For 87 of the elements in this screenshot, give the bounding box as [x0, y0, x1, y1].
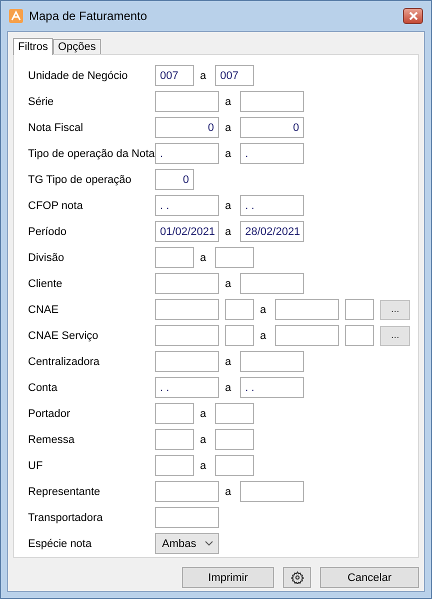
input-field[interactable] [155, 299, 219, 320]
range-separator: a [225, 486, 232, 498]
input-field[interactable] [155, 481, 219, 502]
action-button[interactable]: Cancelar [320, 567, 419, 588]
tab[interactable]: Opções [52, 39, 101, 54]
input-field[interactable] [155, 403, 194, 424]
input-field[interactable] [155, 429, 194, 450]
settings-icon [290, 571, 304, 584]
dropdown[interactable]: Ambas [155, 533, 219, 554]
chevron-down-icon [205, 541, 213, 546]
input-field[interactable] [240, 351, 304, 372]
range-separator: a [225, 356, 232, 368]
field-label: Cliente [28, 278, 64, 290]
field-label: TG Tipo de operação [28, 174, 132, 186]
range-separator: a [225, 382, 232, 394]
input-field[interactable]: 28/02/2021 [240, 221, 304, 242]
field-label: Unidade de Negócio [28, 70, 129, 82]
input-field[interactable]: . . [240, 377, 304, 398]
input-field[interactable]: . . [155, 377, 219, 398]
window-title: Mapa de Faturamento [29, 9, 148, 23]
input-field[interactable]: . [240, 143, 304, 164]
input-field[interactable] [155, 273, 219, 294]
field-label: CNAE [28, 304, 60, 316]
field-label: Nota Fiscal [28, 122, 84, 134]
range-separator: a [260, 330, 266, 342]
action-button[interactable]: Imprimir [182, 567, 274, 588]
input-field[interactable]: 01/02/2021 [155, 221, 219, 242]
range-separator: a [225, 226, 232, 238]
tab[interactable]: Filtros [13, 38, 53, 55]
browse-button[interactable]: ... [380, 300, 410, 320]
field-label: Portador [28, 408, 72, 420]
field-label: Período [28, 226, 68, 238]
input-field[interactable] [215, 247, 254, 268]
field-label: CFOP nota [28, 200, 84, 212]
field-label: Transportadora [28, 512, 104, 524]
input-field[interactable]: 007 [215, 65, 254, 86]
input-field[interactable]: . . [155, 195, 219, 216]
input-field[interactable] [240, 91, 304, 112]
input-field[interactable] [155, 507, 219, 528]
field-label: Centralizadora [28, 356, 101, 368]
input-field[interactable]: 0 [155, 169, 194, 190]
input-field[interactable] [215, 429, 254, 450]
close-button[interactable] [403, 8, 423, 24]
input-field[interactable] [345, 299, 374, 320]
field-label: Conta [28, 382, 58, 394]
field-label: UF [28, 460, 44, 472]
range-separator: a [200, 408, 206, 420]
field-label: Tipo de operação da Nota [28, 148, 155, 160]
field-label: Divisão [28, 252, 66, 264]
input-field[interactable]: . [155, 143, 219, 164]
input-field[interactable] [240, 273, 304, 294]
range-separator: a [200, 460, 206, 472]
range-separator: a [225, 96, 232, 108]
input-field[interactable] [155, 91, 219, 112]
input-field[interactable] [345, 325, 374, 346]
field-label: CNAE Serviço [28, 330, 100, 342]
range-separator: a [225, 200, 232, 212]
input-field[interactable] [275, 325, 340, 346]
input-field[interactable] [155, 247, 194, 268]
field-label: Representante [28, 486, 102, 498]
input-field[interactable] [215, 403, 254, 424]
browse-button[interactable]: ... [380, 326, 410, 346]
range-separator: a [200, 434, 206, 446]
range-separator: a [225, 148, 232, 160]
close-icon [408, 12, 418, 20]
input-field[interactable]: 0 [240, 117, 304, 138]
input-field[interactable] [225, 299, 254, 320]
range-separator: a [200, 70, 206, 82]
app-icon [9, 9, 23, 23]
field-label: Espécie nota [28, 538, 93, 550]
input-field[interactable] [225, 325, 254, 346]
settings-button[interactable] [283, 567, 311, 588]
input-field[interactable] [215, 455, 254, 476]
input-field[interactable] [240, 481, 304, 502]
field-label: Série [28, 96, 55, 108]
input-field[interactable] [275, 299, 340, 320]
input-field[interactable] [155, 325, 219, 346]
input-field[interactable]: . . [240, 195, 304, 216]
range-separator: a [225, 278, 232, 290]
range-separator: a [225, 122, 232, 134]
range-separator: a [260, 304, 266, 316]
field-label: Remessa [28, 434, 76, 446]
input-field[interactable] [155, 455, 194, 476]
input-field[interactable] [155, 351, 219, 372]
range-separator: a [200, 252, 206, 264]
input-field[interactable]: 0 [155, 117, 219, 138]
input-field[interactable]: 007 [155, 65, 194, 86]
